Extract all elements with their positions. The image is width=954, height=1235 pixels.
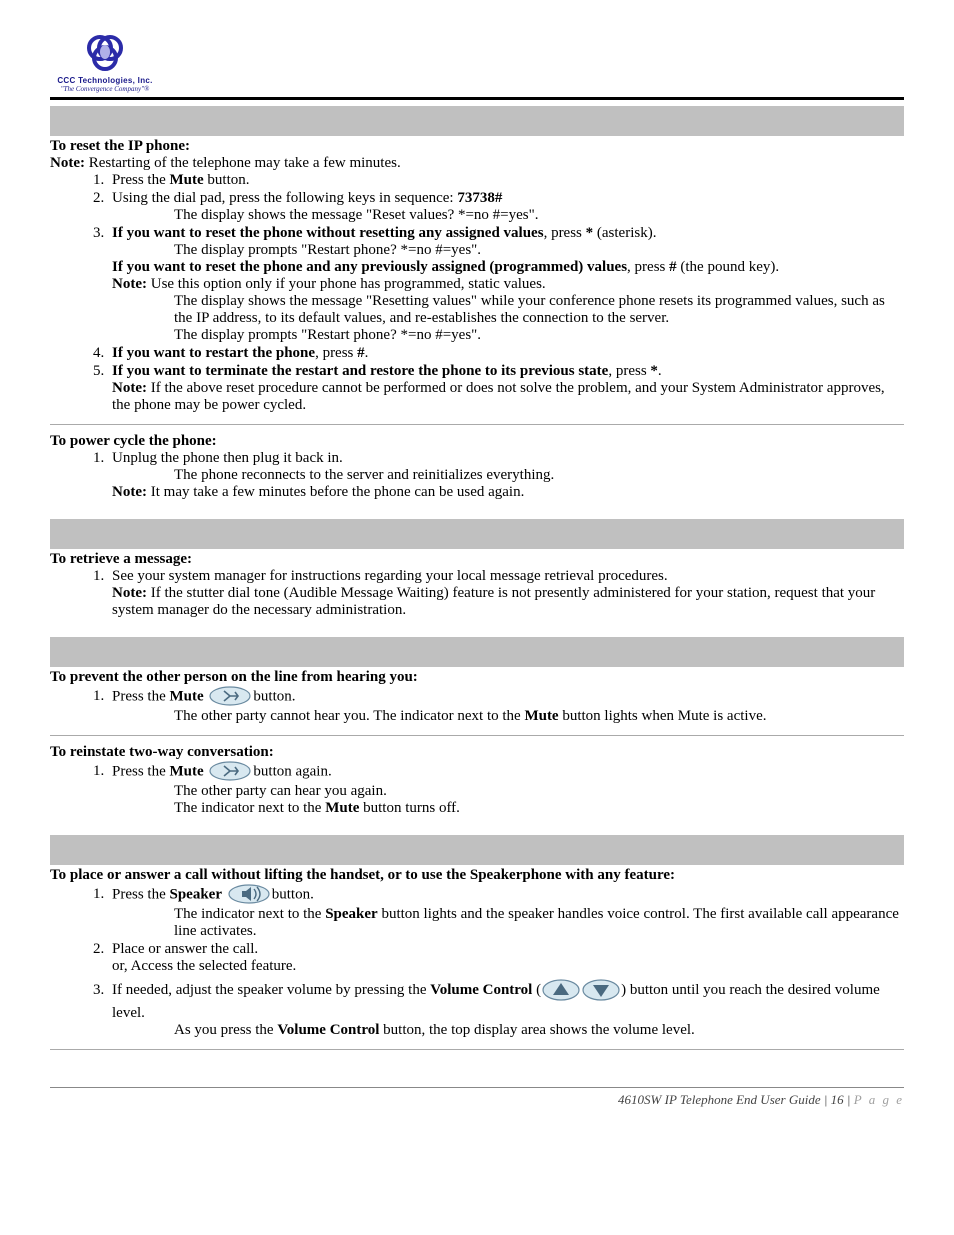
divider	[50, 735, 904, 736]
mute-on-step-1: Press the Mute button. The other party c…	[108, 686, 904, 725]
mute-off-steps: Press the Mute button again. The other p…	[108, 761, 904, 817]
reset-step-3b: If you want to reset the phone and any p…	[112, 259, 904, 276]
reset-step-2: Using the dial pad, press the following …	[108, 190, 904, 224]
speaker-button-icon	[227, 883, 271, 905]
reset-steps: Press the Mute button. Using the dial pa…	[108, 172, 904, 414]
footer-rule	[50, 1087, 904, 1088]
reset-step-4: If you want to restart the phone, press …	[108, 345, 904, 362]
mute-button-icon	[208, 685, 252, 707]
volume-up-icon	[541, 978, 581, 1007]
power-title: To power cycle the phone:	[50, 433, 904, 450]
mute-off-step-1: Press the Mute button again. The other p…	[108, 761, 904, 817]
section-bar-speaker	[50, 835, 904, 865]
reset-note: Note: Restarting of the telephone may ta…	[50, 155, 904, 172]
company-logo-block: CCC Technologies, Inc. "The Convergence …	[50, 30, 160, 93]
reset-step-3: If you want to reset the phone without r…	[108, 225, 904, 344]
power-steps: Unplug the phone then plug it back in. T…	[108, 450, 904, 501]
logo-text-2: "The Convergence Company"®	[50, 85, 160, 93]
retrieve-title: To retrieve a message:	[50, 551, 904, 568]
speaker-step-3: If needed, adjust the speaker volume by …	[108, 976, 904, 1039]
power-step-1: Unplug the phone then plug it back in. T…	[108, 450, 904, 501]
divider	[50, 1049, 904, 1050]
reset-step-5: If you want to terminate the restart and…	[108, 363, 904, 414]
header-rule	[50, 97, 904, 100]
reset-title: To reset the IP phone:	[50, 138, 904, 155]
speaker-steps: Press the Speaker button. The indicator …	[108, 884, 904, 1039]
retrieve-step-1: See your system manager for instructions…	[108, 568, 904, 619]
mute-on-title: To prevent the other person on the line …	[50, 669, 904, 686]
speaker-step-2: Place or answer the call. or, Access the…	[108, 941, 904, 975]
company-logo-icon	[78, 30, 132, 74]
logo-text-1: CCC Technologies, Inc.	[50, 76, 160, 85]
section-bar-retrieve	[50, 519, 904, 549]
section-bar-reset	[50, 106, 904, 136]
retrieve-steps: See your system manager for instructions…	[108, 568, 904, 619]
volume-down-icon	[581, 978, 621, 1007]
divider	[50, 424, 904, 425]
speaker-title: To place or answer a call without liftin…	[50, 867, 904, 884]
reset-step-1: Press the Mute button.	[108, 172, 904, 189]
speaker-step-1: Press the Speaker button. The indicator …	[108, 884, 904, 940]
mute-off-title: To reinstate two-way conversation:	[50, 744, 904, 761]
mute-button-icon	[208, 760, 252, 782]
page-footer: 4610SW IP Telephone End User Guide | 16 …	[50, 1092, 904, 1108]
section-bar-mute	[50, 637, 904, 667]
mute-on-steps: Press the Mute button. The other party c…	[108, 686, 904, 725]
